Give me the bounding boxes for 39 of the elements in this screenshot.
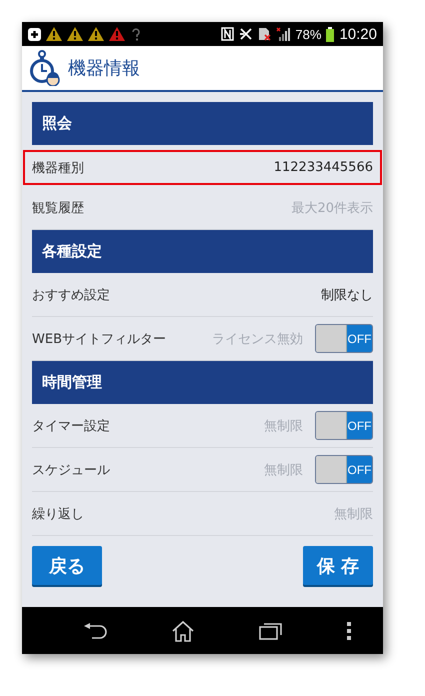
highlighted-row[interactable]: 機器種別 112233445566 bbox=[22, 149, 383, 186]
section-header: 照会 bbox=[32, 102, 373, 145]
section-header: 各種設定 bbox=[32, 230, 373, 273]
bluetooth-off-icon bbox=[239, 27, 254, 41]
nfc-icon bbox=[221, 27, 234, 41]
clock-time: 10:20 bbox=[339, 26, 377, 42]
save-button[interactable]: 保 存 bbox=[303, 546, 373, 585]
setting-value: 無制限 bbox=[264, 418, 303, 434]
setting-label: 観覧履歴 bbox=[32, 200, 84, 216]
warning-icon bbox=[88, 27, 104, 41]
more-icon[interactable] bbox=[346, 622, 351, 640]
back-button[interactable]: 戻る bbox=[32, 546, 102, 585]
wifi-question-icon bbox=[130, 28, 142, 40]
warning-icon bbox=[46, 27, 62, 41]
signal-icon bbox=[276, 27, 290, 41]
setting-value: 無制限 bbox=[334, 506, 373, 522]
setting-value: 最大20件表示 bbox=[291, 200, 373, 216]
plus-icon bbox=[28, 28, 41, 40]
setting-value: 無制限 bbox=[264, 462, 303, 478]
setting-label: タイマー設定 bbox=[32, 418, 110, 434]
setting-label: スケジュール bbox=[32, 462, 110, 478]
home-icon[interactable] bbox=[172, 620, 194, 642]
setting-value: 112233445566 bbox=[274, 160, 373, 175]
back-icon[interactable] bbox=[84, 622, 108, 638]
warning-icon bbox=[109, 27, 125, 41]
battery-percent: 78% bbox=[295, 26, 322, 42]
page-title: 機器情報 bbox=[68, 57, 140, 80]
stopwatch-logo-icon bbox=[28, 50, 60, 86]
battery-icon bbox=[326, 26, 334, 42]
setting-value: ライセンス無効 bbox=[212, 330, 303, 348]
recent-apps-icon[interactable] bbox=[258, 622, 283, 640]
sim-icon bbox=[258, 27, 272, 41]
setting-value: 制限なし bbox=[321, 286, 373, 304]
setting-label: 機器種別 bbox=[32, 160, 84, 176]
setting-label: WEBサイトフィルター bbox=[32, 330, 166, 348]
section-header: 時間管理 bbox=[32, 361, 373, 404]
setting-label: おすすめ設定 bbox=[32, 286, 110, 304]
warning-icon bbox=[67, 27, 83, 41]
setting-label: 繰り返し bbox=[32, 506, 84, 522]
